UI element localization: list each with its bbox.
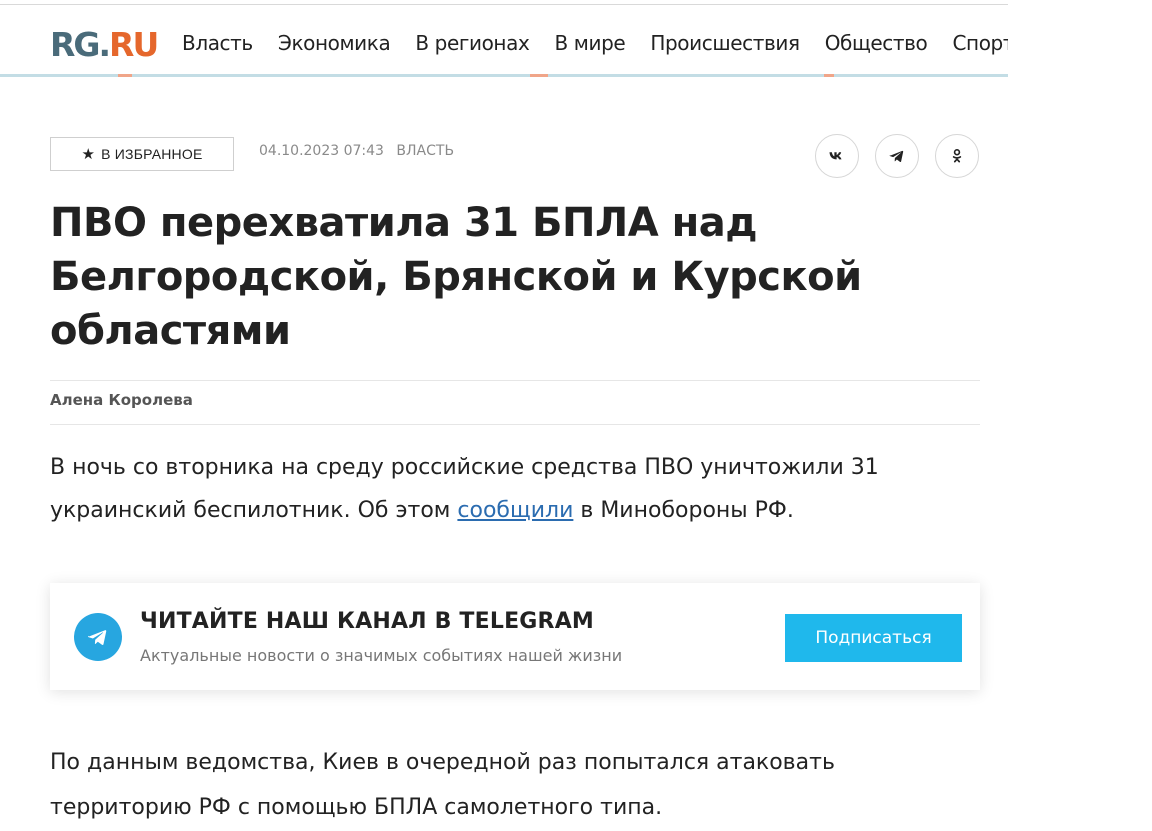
logo-rg: RG: [50, 25, 100, 64]
vk-icon: [829, 152, 842, 160]
nav-item-ekonomika[interactable]: Экономика: [278, 31, 391, 55]
share-ok-button[interactable]: [935, 134, 979, 178]
telegram-icon: [889, 150, 904, 162]
telegram-icon: [88, 630, 107, 645]
telegram-promo-icon: [74, 613, 122, 661]
logo-ru: RU: [109, 25, 159, 64]
source-link[interactable]: сообщили: [457, 498, 573, 523]
article-lead: В ночь со вторника на среду российские с…: [50, 446, 950, 532]
add-to-favorites-button[interactable]: ★ В ИЗБРАННОЕ: [50, 137, 234, 171]
nav-item-proisshestviya[interactable]: Происшествия: [650, 31, 800, 55]
header-decoration: [824, 74, 834, 77]
telegram-promo-card: ЧИТАЙТЕ НАШ КАНАЛ В TELEGRAM Актуальные …: [50, 583, 980, 690]
nav-item-regiony[interactable]: В регионах: [415, 31, 529, 55]
nav-item-sport[interactable]: Спорт: [952, 31, 1008, 55]
article-title: ПВО перехватила 31 БПЛА над Белгородской…: [50, 200, 862, 354]
logo-dot: .: [98, 25, 111, 64]
article-meta: 04.10.2023 07:43 ВЛАСТЬ: [259, 143, 454, 159]
site-logo[interactable]: RG.RU: [50, 25, 159, 65]
nav-item-obshchestvo[interactable]: Общество: [825, 31, 928, 55]
main-nav: Власть Экономика В регионах В мире Проис…: [182, 31, 1008, 61]
header-underline: [0, 74, 1008, 77]
nav-item-v-mire[interactable]: В мире: [555, 31, 626, 55]
share-telegram-button[interactable]: [875, 134, 919, 178]
header-decoration: [530, 74, 548, 77]
author-divider-bottom: [50, 424, 980, 425]
nav-item-vlast[interactable]: Власть: [182, 31, 253, 55]
share-vk-button[interactable]: [815, 134, 859, 178]
odnoklassniki-icon: [952, 149, 962, 163]
author-divider-top: [50, 380, 980, 381]
subscribe-button[interactable]: Подписаться: [785, 614, 962, 662]
article-author[interactable]: Алена Королева: [50, 391, 193, 409]
lead-text-after: в Минобороны РФ.: [573, 498, 794, 523]
article-section-link[interactable]: ВЛАСТЬ: [396, 143, 454, 159]
article-datetime: 04.10.2023 07:43: [259, 143, 384, 159]
article-paragraph: По данным ведомства, Киев в очередной ра…: [50, 750, 835, 820]
telegram-promo-title: ЧИТАЙТЕ НАШ КАНАЛ В TELEGRAM: [140, 609, 595, 634]
favorites-label: В ИЗБРАННОЕ: [101, 146, 203, 162]
telegram-promo-subtitle: Актуальные новости о значимых событиях н…: [140, 646, 623, 665]
header-decoration: [118, 74, 132, 77]
star-icon: ★: [81, 146, 96, 163]
site-header: RG.RU Власть Экономика В регионах В мире…: [0, 5, 1008, 77]
